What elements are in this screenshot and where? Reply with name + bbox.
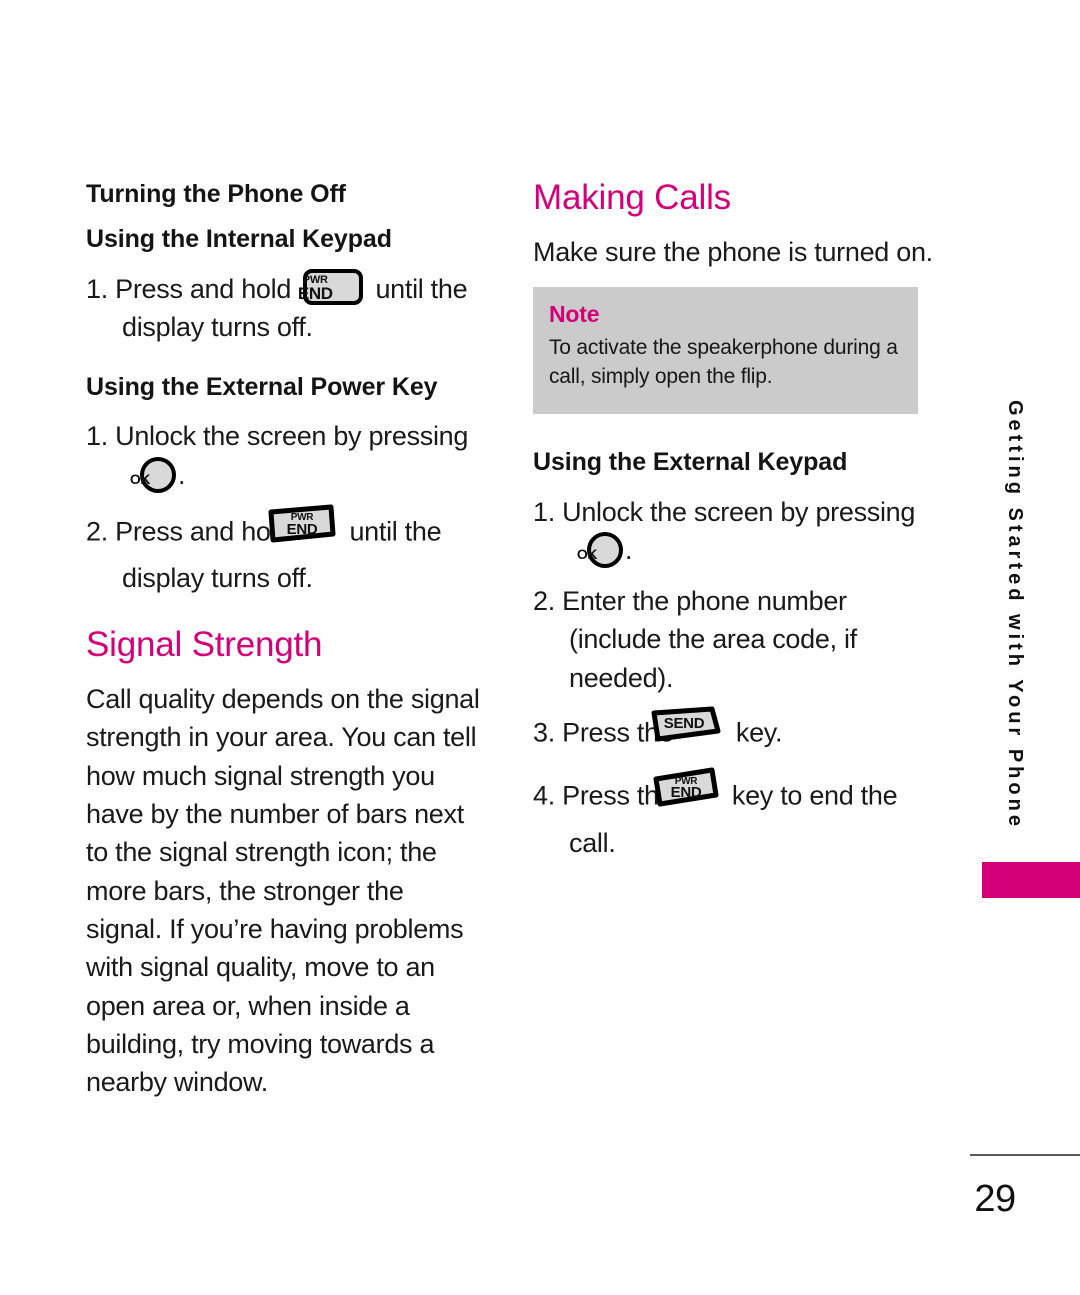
note-label: Note bbox=[549, 301, 600, 328]
making-calls-intro: Make sure the phone is turned on. bbox=[533, 236, 933, 267]
step-number: 4. bbox=[533, 780, 555, 811]
pwr-end-external-key-icon: PWR END bbox=[268, 503, 337, 555]
ok-label: OK bbox=[576, 545, 598, 562]
step-number: 1. bbox=[86, 273, 108, 304]
list-item: 1. Unlock the screen by pressing OK. bbox=[86, 417, 486, 494]
heading-turning-the-phone-off: Turning the Phone Off bbox=[86, 180, 346, 208]
step-number: 3. bbox=[533, 717, 555, 748]
svg-text:SEND: SEND bbox=[663, 715, 704, 732]
end-label: END bbox=[297, 284, 333, 304]
step-number: 2. bbox=[86, 515, 108, 546]
external-power-key-steps: 1. Unlock the screen by pressing OK. 2. … bbox=[86, 417, 486, 597]
signal-strength-body: Call quality depends on the signal stren… bbox=[86, 684, 480, 1098]
heading-using-external-keypad: Using the External Keypad bbox=[533, 448, 848, 477]
pwr-end-external-key-icon: PWR END bbox=[653, 767, 720, 819]
list-item: 4. Press the PWR END key to end the call… bbox=[533, 767, 933, 862]
left-column: Turning the Phone Off Using the Internal… bbox=[86, 180, 486, 1116]
send-key-icon: SEND bbox=[651, 705, 724, 755]
page-number: 29 bbox=[974, 1178, 1016, 1220]
step-text-before: Press and hold bbox=[115, 515, 292, 546]
external-keypad-steps: 1. Unlock the screen by pressing OK. 2. … bbox=[533, 493, 933, 862]
step-number: 1. bbox=[86, 421, 108, 452]
step-text-after: key. bbox=[735, 717, 783, 748]
heading-making-calls: Making Calls bbox=[533, 178, 731, 217]
note-box: Note To activate the speakerphone during… bbox=[533, 287, 918, 415]
side-tab-marker bbox=[982, 862, 1080, 898]
internal-keypad-steps: 1. Press and hold PWR END until the disp… bbox=[86, 269, 486, 347]
svg-text:END: END bbox=[287, 521, 318, 538]
list-item: 1. Unlock the screen by pressing OK. bbox=[533, 493, 933, 570]
svg-text:END: END bbox=[670, 784, 701, 801]
ok-label: OK bbox=[129, 470, 151, 487]
list-item: 1. Press and hold PWR END until the disp… bbox=[86, 269, 486, 347]
step-text-after: . bbox=[178, 459, 186, 490]
step-text-before: Unlock the screen by pressing bbox=[115, 421, 469, 452]
heading-using-external-power-key: Using the External Power Key bbox=[86, 372, 438, 401]
step-text-before: Unlock the screen by pressing bbox=[562, 496, 916, 527]
heading-signal-strength: Signal Strength bbox=[86, 625, 323, 665]
right-column: Making Calls Make sure the phone is turn… bbox=[533, 178, 933, 874]
manual-page: Turning the Phone Off Using the Internal… bbox=[0, 0, 1080, 1295]
ok-key-icon: OK bbox=[130, 456, 176, 493]
step-text-before: Enter the phone number (include the area… bbox=[562, 585, 857, 693]
side-tab-label: Getting Started with Your Phone bbox=[1004, 400, 1026, 830]
list-item: 3. Press the SEND key. bbox=[533, 706, 933, 759]
step-text-after: . bbox=[625, 535, 633, 566]
step-text-before: Press and hold bbox=[115, 273, 292, 304]
footer-divider bbox=[970, 1154, 1080, 1156]
step-number: 1. bbox=[533, 496, 555, 527]
note-body: To activate the speakerphone during a ca… bbox=[549, 336, 898, 389]
list-item: 2. Enter the phone number (include the a… bbox=[533, 582, 933, 697]
list-item: 2. Press and hold PWR END until the disp… bbox=[86, 504, 486, 598]
step-number: 2. bbox=[533, 585, 555, 616]
ok-key-icon: OK bbox=[577, 531, 623, 568]
heading-using-internal-keypad: Using the Internal Keypad bbox=[86, 224, 392, 253]
pwr-end-key-icon: PWR END bbox=[297, 269, 364, 306]
